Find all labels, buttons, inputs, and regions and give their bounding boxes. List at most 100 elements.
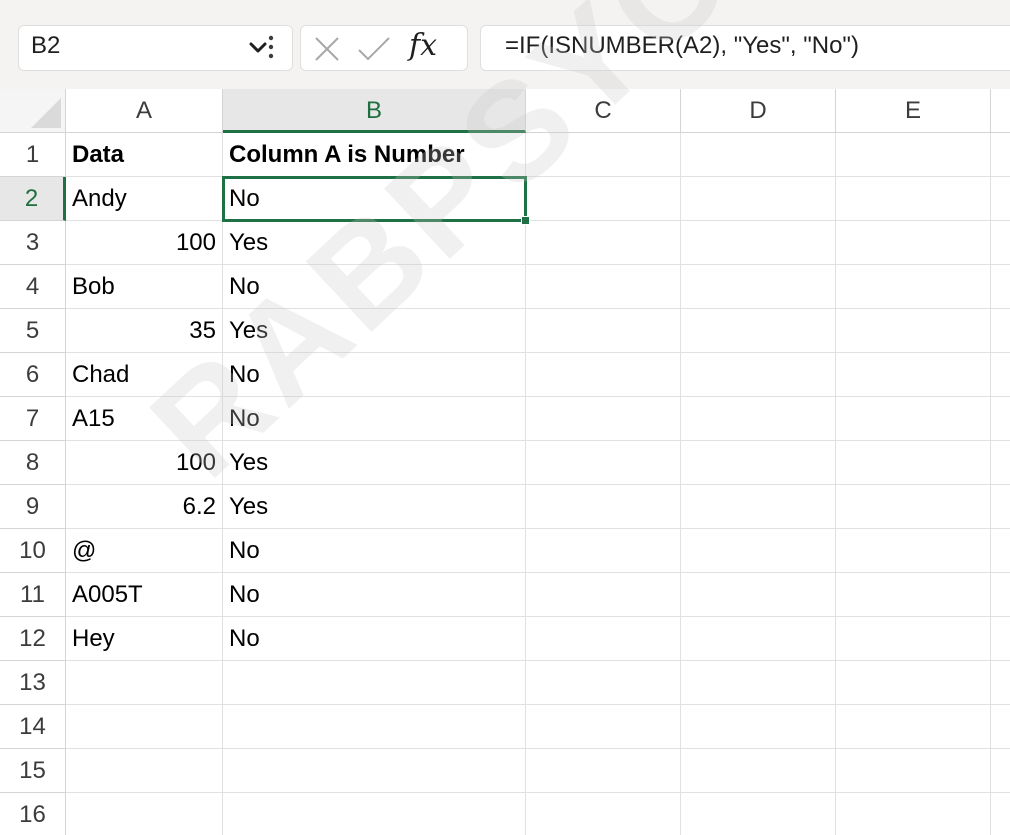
row-header-11[interactable]: 11 [0, 573, 66, 617]
cell-a7[interactable]: A15 [66, 397, 223, 441]
cell-c15[interactable] [526, 749, 681, 793]
formula-input[interactable]: =IF(ISNUMBER(A2), "Yes", "No") [480, 25, 1010, 71]
cell-f15[interactable] [991, 749, 1010, 793]
cell-d16[interactable] [681, 793, 836, 835]
cell-e15[interactable] [836, 749, 991, 793]
cell-b10[interactable]: No [223, 529, 526, 573]
cell-f11[interactable] [991, 573, 1010, 617]
cell-f6[interactable] [991, 353, 1010, 397]
cell-c1[interactable] [526, 133, 681, 177]
cell-b11[interactable]: No [223, 573, 526, 617]
cell-c5[interactable] [526, 309, 681, 353]
cell-a13[interactable] [66, 661, 223, 705]
cell-e6[interactable] [836, 353, 991, 397]
column-header-e[interactable]: E [836, 89, 991, 133]
row-header-7[interactable]: 7 [0, 397, 66, 441]
cell-f4[interactable] [991, 265, 1010, 309]
cell-f16[interactable] [991, 793, 1010, 835]
row-header-1[interactable]: 1 [0, 133, 66, 177]
cell-d15[interactable] [681, 749, 836, 793]
cell-d7[interactable] [681, 397, 836, 441]
cell-b2[interactable]: No [222, 176, 527, 222]
cell-f7[interactable] [991, 397, 1010, 441]
cell-f8[interactable] [991, 441, 1010, 485]
cell-b12[interactable]: No [223, 617, 526, 661]
cell-f13[interactable] [991, 661, 1010, 705]
row-header-13[interactable]: 13 [0, 661, 66, 705]
cell-f14[interactable] [991, 705, 1010, 749]
cell-f10[interactable] [991, 529, 1010, 573]
cancel-icon[interactable] [313, 35, 341, 63]
cell-b13[interactable] [223, 661, 526, 705]
cell-e12[interactable] [836, 617, 991, 661]
more-options-icon[interactable] [268, 34, 274, 64]
cell-e3[interactable] [836, 221, 991, 265]
cell-c6[interactable] [526, 353, 681, 397]
cell-a12[interactable]: Hey [66, 617, 223, 661]
cell-f9[interactable] [991, 485, 1010, 529]
cell-c2[interactable] [526, 177, 681, 221]
cell-b8[interactable]: Yes [223, 441, 526, 485]
cell-b9[interactable]: Yes [223, 485, 526, 529]
row-header-3[interactable]: 3 [0, 221, 66, 265]
cell-f12[interactable] [991, 617, 1010, 661]
cell-a9[interactable]: 6.2 [66, 485, 223, 529]
cell-a10[interactable]: @ [66, 529, 223, 573]
cell-e13[interactable] [836, 661, 991, 705]
cell-c8[interactable] [526, 441, 681, 485]
select-all-corner[interactable] [0, 89, 66, 133]
cell-a2[interactable]: Andy [66, 177, 223, 221]
row-header-15[interactable]: 15 [0, 749, 66, 793]
cell-a1[interactable]: Data [66, 133, 223, 177]
cell-c14[interactable] [526, 705, 681, 749]
cell-e8[interactable] [836, 441, 991, 485]
cell-b16[interactable] [223, 793, 526, 835]
column-header-partial[interactable] [991, 89, 1010, 133]
cell-d3[interactable] [681, 221, 836, 265]
column-header-a[interactable]: A [66, 89, 223, 133]
cell-f2[interactable] [991, 177, 1010, 221]
name-box[interactable]: B2 [18, 25, 293, 71]
cell-d1[interactable] [681, 133, 836, 177]
cell-b14[interactable] [223, 705, 526, 749]
cell-e1[interactable] [836, 133, 991, 177]
cell-d5[interactable] [681, 309, 836, 353]
enter-icon[interactable] [357, 35, 391, 63]
cell-c7[interactable] [526, 397, 681, 441]
cell-b6[interactable]: No [223, 353, 526, 397]
row-header-8[interactable]: 8 [0, 441, 66, 485]
column-header-d[interactable]: D [681, 89, 836, 133]
cell-a16[interactable] [66, 793, 223, 835]
cell-a14[interactable] [66, 705, 223, 749]
cell-e9[interactable] [836, 485, 991, 529]
cell-e11[interactable] [836, 573, 991, 617]
row-header-9[interactable]: 9 [0, 485, 66, 529]
cell-d8[interactable] [681, 441, 836, 485]
cell-d11[interactable] [681, 573, 836, 617]
cell-b5[interactable]: Yes [223, 309, 526, 353]
row-header-10[interactable]: 10 [0, 529, 66, 573]
cell-f3[interactable] [991, 221, 1010, 265]
cell-e5[interactable] [836, 309, 991, 353]
column-header-c[interactable]: C [526, 89, 681, 133]
cell-a3[interactable]: 100 [66, 221, 223, 265]
cell-a6[interactable]: Chad [66, 353, 223, 397]
cell-c3[interactable] [526, 221, 681, 265]
cell-b4[interactable]: No [223, 265, 526, 309]
cell-d9[interactable] [681, 485, 836, 529]
cell-d4[interactable] [681, 265, 836, 309]
chevron-down-icon[interactable] [248, 41, 268, 55]
cell-f5[interactable] [991, 309, 1010, 353]
cell-c12[interactable] [526, 617, 681, 661]
column-header-b[interactable]: B [223, 89, 526, 133]
cell-b15[interactable] [223, 749, 526, 793]
cell-c13[interactable] [526, 661, 681, 705]
cell-c16[interactable] [526, 793, 681, 835]
cell-c4[interactable] [526, 265, 681, 309]
cell-d6[interactable] [681, 353, 836, 397]
cell-e2[interactable] [836, 177, 991, 221]
cell-b7[interactable]: No [223, 397, 526, 441]
cell-c11[interactable] [526, 573, 681, 617]
cell-d13[interactable] [681, 661, 836, 705]
row-header-12[interactable]: 12 [0, 617, 66, 661]
